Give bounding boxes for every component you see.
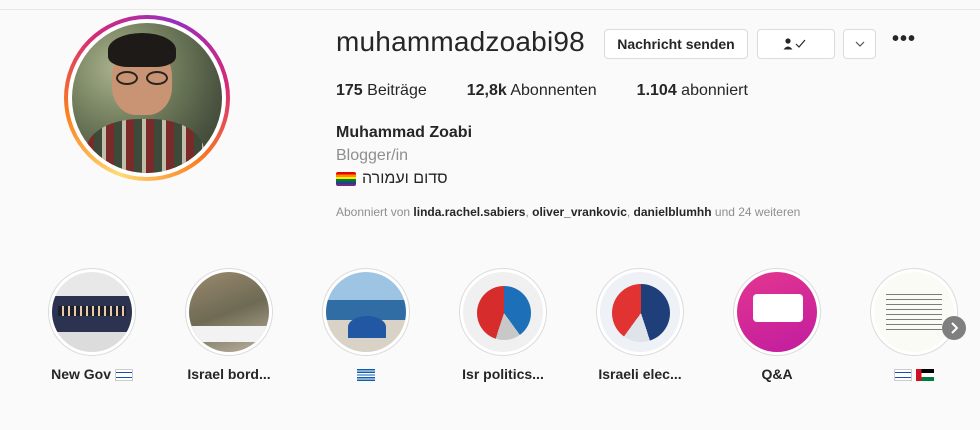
following-count: 1.104	[636, 82, 677, 99]
followed-by-suffix: und 24 weiteren	[714, 205, 801, 219]
avatar-photo	[72, 23, 222, 173]
chevron-right-icon	[951, 322, 958, 334]
followers-stat[interactable]: 12,8k Abonnenten	[467, 82, 597, 100]
following-label: abonniert	[681, 82, 748, 99]
posts-count: 175	[336, 82, 363, 99]
follower-link-1[interactable]: linda.rachel.sabiers	[413, 205, 525, 219]
follower-link-2[interactable]: oliver_vrankovic	[532, 205, 627, 219]
rainbow-flag-icon	[336, 172, 356, 186]
person-check-icon	[783, 38, 806, 50]
highlights-next-button[interactable]	[942, 316, 966, 340]
more-options-icon[interactable]: •••	[892, 28, 916, 51]
followed-by-prefix: Abonniert von	[336, 205, 411, 219]
highlight-thumbnail	[189, 272, 269, 352]
highlight-israel-border[interactable]: Israel bord...	[169, 268, 289, 382]
highlight-israeli-elections[interactable]: Israeli elec...	[580, 268, 700, 382]
following-stat[interactable]: 1.104 abonniert	[637, 82, 748, 100]
follower-link-3[interactable]: danielblumhh	[634, 205, 712, 219]
israel-flag-icon	[114, 369, 133, 382]
highlight-thumbnail	[326, 272, 406, 352]
highlight-label	[854, 366, 974, 382]
highlight-label	[306, 366, 426, 382]
highlight-label: New Gov	[32, 366, 152, 382]
send-message-button[interactable]: Nachricht senden	[604, 29, 748, 59]
following-button[interactable]	[757, 29, 835, 59]
profile-category: Blogger/in	[336, 147, 409, 164]
profile-avatar[interactable]	[64, 15, 230, 181]
posts-stat[interactable]: 175 Beiträge	[336, 82, 427, 100]
highlight-greece[interactable]	[306, 268, 426, 382]
followers-count: 12,8k	[466, 82, 507, 99]
suggested-accounts-chevron[interactable]	[843, 29, 876, 59]
posts-label: Beiträge	[367, 82, 427, 99]
highlight-label: Israel bord...	[187, 366, 271, 382]
palestine-flag-icon	[916, 369, 934, 382]
highlight-label: Israeli elec...	[598, 366, 682, 382]
greece-flag-icon	[357, 369, 375, 382]
highlight-new-gov[interactable]: New Gov	[32, 268, 152, 382]
highlight-thumbnail	[737, 272, 817, 352]
bio-text: סדום ועמורה	[362, 170, 448, 187]
followers-label: Abonnenten	[510, 82, 597, 99]
chevron-down-icon	[855, 41, 864, 47]
highlight-label: Q&A	[761, 366, 793, 382]
followed-by-line[interactable]: Abonniert von linda.rachel.sabiers, oliv…	[336, 205, 800, 219]
highlight-isr-politics[interactable]: Isr politics...	[443, 268, 563, 382]
highlight-thumbnail	[600, 272, 680, 352]
story-highlights: New Gov Israel bord... Isr politics... I…	[0, 268, 980, 388]
highlight-thumbnail	[874, 272, 954, 352]
profile-username: muhammadzoabi98	[336, 26, 585, 57]
highlight-qa[interactable]: Q&A	[717, 268, 837, 382]
highlight-thumbnail	[463, 272, 543, 352]
profile-full-name: Muhammad Zoabi	[336, 124, 473, 141]
highlight-label: Isr politics...	[462, 366, 544, 382]
israel-flag-icon	[894, 369, 912, 382]
profile-stats: 175 Beiträge 12,8k Abonnenten 1.104 abon…	[336, 82, 788, 100]
highlight-thumbnail	[52, 272, 132, 352]
profile-bio: סדום ועמורה	[336, 170, 448, 188]
browser-top-strip	[0, 0, 980, 10]
